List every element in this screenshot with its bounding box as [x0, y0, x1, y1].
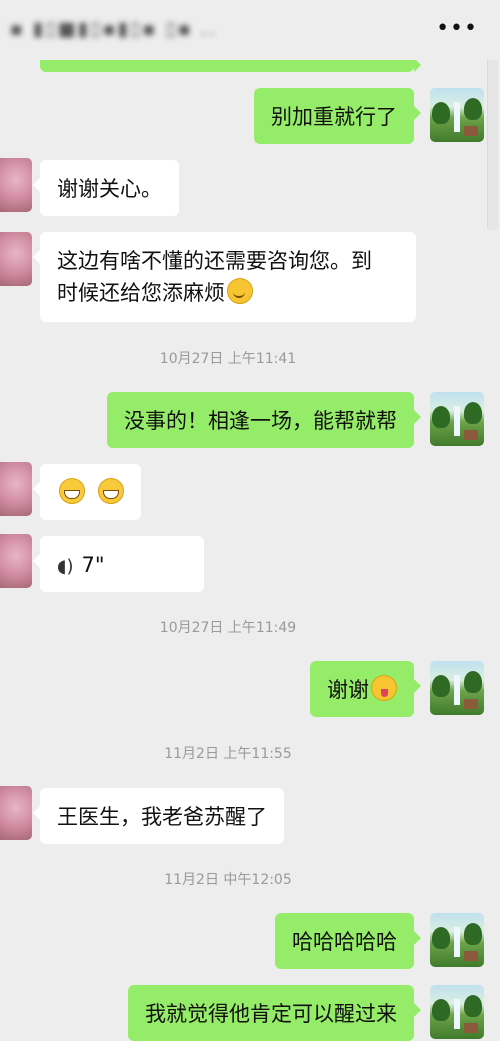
- avatar-me[interactable]: [430, 392, 484, 446]
- message-bubble-in[interactable]: [33, 464, 141, 520]
- voice-duration: 7": [81, 553, 105, 577]
- message-bubble-out[interactable]: 别加重就行了: [254, 88, 421, 144]
- avatar-me[interactable]: [430, 88, 484, 142]
- grin-emoji-icon: [59, 478, 85, 504]
- message-bubble-in[interactable]: 王医生，我老爸苏醒了: [33, 788, 284, 844]
- chat-title: ▪ ▮▯■▮▯▪▮▯▪ ▯▪ ..: [10, 18, 217, 40]
- message-bubble-in[interactable]: 这边有啥不懂的还需要咨询您。到 时候还给您添麻烦: [33, 232, 416, 322]
- timestamp: 11月2日 中午12:05: [164, 872, 292, 888]
- grin-emoji-icon: [97, 478, 124, 504]
- smile-emoji-icon: [227, 278, 253, 304]
- timestamp: 10月27日 上午11:41: [159, 351, 297, 367]
- voice-wave-icon: ◖): [57, 556, 74, 577]
- avatar-other[interactable]: [0, 232, 32, 286]
- message-bubble-out[interactable]: 没事的！相逢一场，能帮就帮: [107, 392, 421, 448]
- timestamp: 11月2日 上午11:55: [164, 746, 292, 762]
- message-text: 谢谢: [327, 678, 369, 702]
- avatar-me[interactable]: [430, 661, 484, 715]
- avatar-other[interactable]: [0, 462, 32, 516]
- message-bubble-out[interactable]: 谢谢: [310, 661, 421, 717]
- timestamp: 10月27日 上午11:49: [159, 620, 297, 636]
- chat-header: ▪ ▮▯■▮▯▪▮▯▪ ▯▪ .. •••: [0, 0, 500, 60]
- avatar-other[interactable]: [0, 158, 32, 212]
- message-bubble-out[interactable]: 我就觉得他肯定可以醒过来: [128, 985, 421, 1041]
- avatar-other[interactable]: [0, 786, 32, 840]
- wink-tongue-emoji-icon: [371, 675, 397, 701]
- voice-message-bubble[interactable]: ◖) 7": [33, 536, 204, 592]
- avatar-me[interactable]: [430, 913, 484, 967]
- message-bubble-in[interactable]: 谢谢关心。: [33, 160, 179, 216]
- message-line: 时候还给您添麻烦: [57, 281, 225, 305]
- message-bubble-out[interactable]: 哈哈哈哈哈: [275, 913, 421, 969]
- avatar-other[interactable]: [0, 534, 32, 588]
- message-line: 这边有啥不懂的还需要咨询您。到: [57, 249, 372, 273]
- avatar-me[interactable]: [430, 985, 484, 1039]
- message-line-with-emoji: 时候还给您添麻烦: [57, 277, 399, 309]
- more-options-icon[interactable]: •••: [436, 16, 478, 41]
